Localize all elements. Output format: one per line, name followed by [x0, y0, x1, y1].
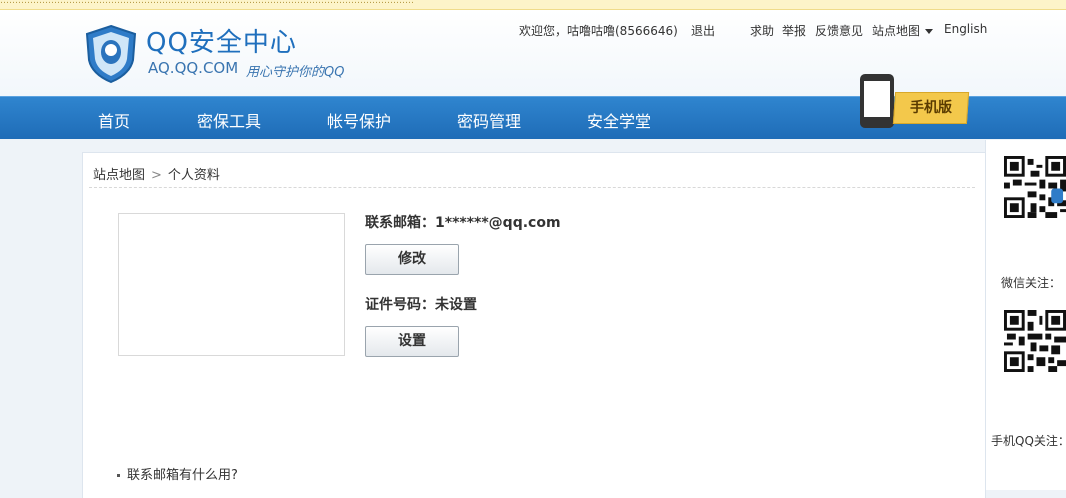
set-id-button[interactable]: 设置	[365, 326, 459, 357]
welcome-text: 欢迎您，咕噜咕噜(8566646)	[519, 24, 678, 38]
breadcrumb-current: 个人资料	[167, 168, 220, 183]
mobile-qq-qr-code-icon	[1004, 310, 1066, 372]
logo-slogan: 用心守护你的QQ	[246, 65, 345, 80]
id-label: 证件号码：	[365, 297, 435, 313]
mobile-version-link[interactable]: 手机版	[846, 74, 972, 132]
modify-email-button[interactable]: 修改	[365, 244, 459, 275]
wechat-qr-code-icon	[1004, 156, 1066, 218]
id-row: 证件号码：未设置	[365, 294, 477, 314]
sitemap-label: 站点地图	[872, 24, 921, 38]
id-value: 未设置	[435, 297, 477, 313]
email-label: 联系邮箱：	[365, 215, 435, 231]
mobile-version-label: 手机版	[910, 100, 952, 116]
logo-domain: AQ.QQ.COM	[148, 59, 239, 77]
help-link[interactable]: 求助	[750, 22, 774, 39]
mobile-qq-follow-caption: 手机QQ关注：	[991, 434, 1066, 448]
report-link[interactable]: 举报	[782, 22, 806, 39]
top-links: 欢迎您，咕噜咕噜(8566646) 退出 求助 举报 反馈意见 站点地图 Eng…	[0, 22, 1066, 38]
chevron-down-icon	[925, 29, 934, 34]
faq-item-label: 联系邮箱有什么用?	[127, 468, 238, 483]
divider	[89, 187, 975, 188]
sitemap-dropdown[interactable]: 站点地图	[872, 22, 934, 39]
wechat-follow-caption: 微信关注：	[1001, 276, 1062, 290]
email-row: 联系邮箱：1******@qq.com	[365, 212, 561, 232]
profile-image-placeholder	[118, 213, 345, 356]
faq-item[interactable]: 联系邮箱有什么用?	[117, 464, 238, 483]
english-link[interactable]: English	[944, 22, 987, 36]
mobile-version-tag: 手机版	[892, 92, 970, 124]
logout-link[interactable]: 退出	[691, 22, 715, 39]
nav-item-password-management[interactable]: 密码管理	[457, 108, 521, 132]
breadcrumb-sitemap[interactable]: 站点地图	[93, 168, 145, 183]
feedback-link[interactable]: 反馈意见	[815, 22, 863, 39]
notice-bar: ……………………………………………………………………………………………………………	[0, 0, 1066, 10]
follow-sidebar: 微信关注： 手机QQ关注：	[985, 140, 1066, 490]
bullet-icon	[117, 474, 120, 477]
nav-item-home[interactable]: 首页	[98, 108, 130, 132]
phone-icon	[860, 74, 894, 128]
content-panel: 站点地图 > 个人资料 联系邮箱：1******@qq.com 修改 证件号码：未设…	[82, 152, 986, 498]
breadcrumb-separator: >	[151, 168, 162, 183]
nav-item-security-tools[interactable]: 密保工具	[197, 108, 261, 132]
nav-item-account-protection[interactable]: 帐号保护	[327, 108, 391, 132]
email-value: 1******@qq.com	[435, 215, 561, 231]
breadcrumb: 站点地图 > 个人资料	[93, 164, 220, 183]
nav-item-security-school[interactable]: 安全学堂	[587, 108, 651, 132]
